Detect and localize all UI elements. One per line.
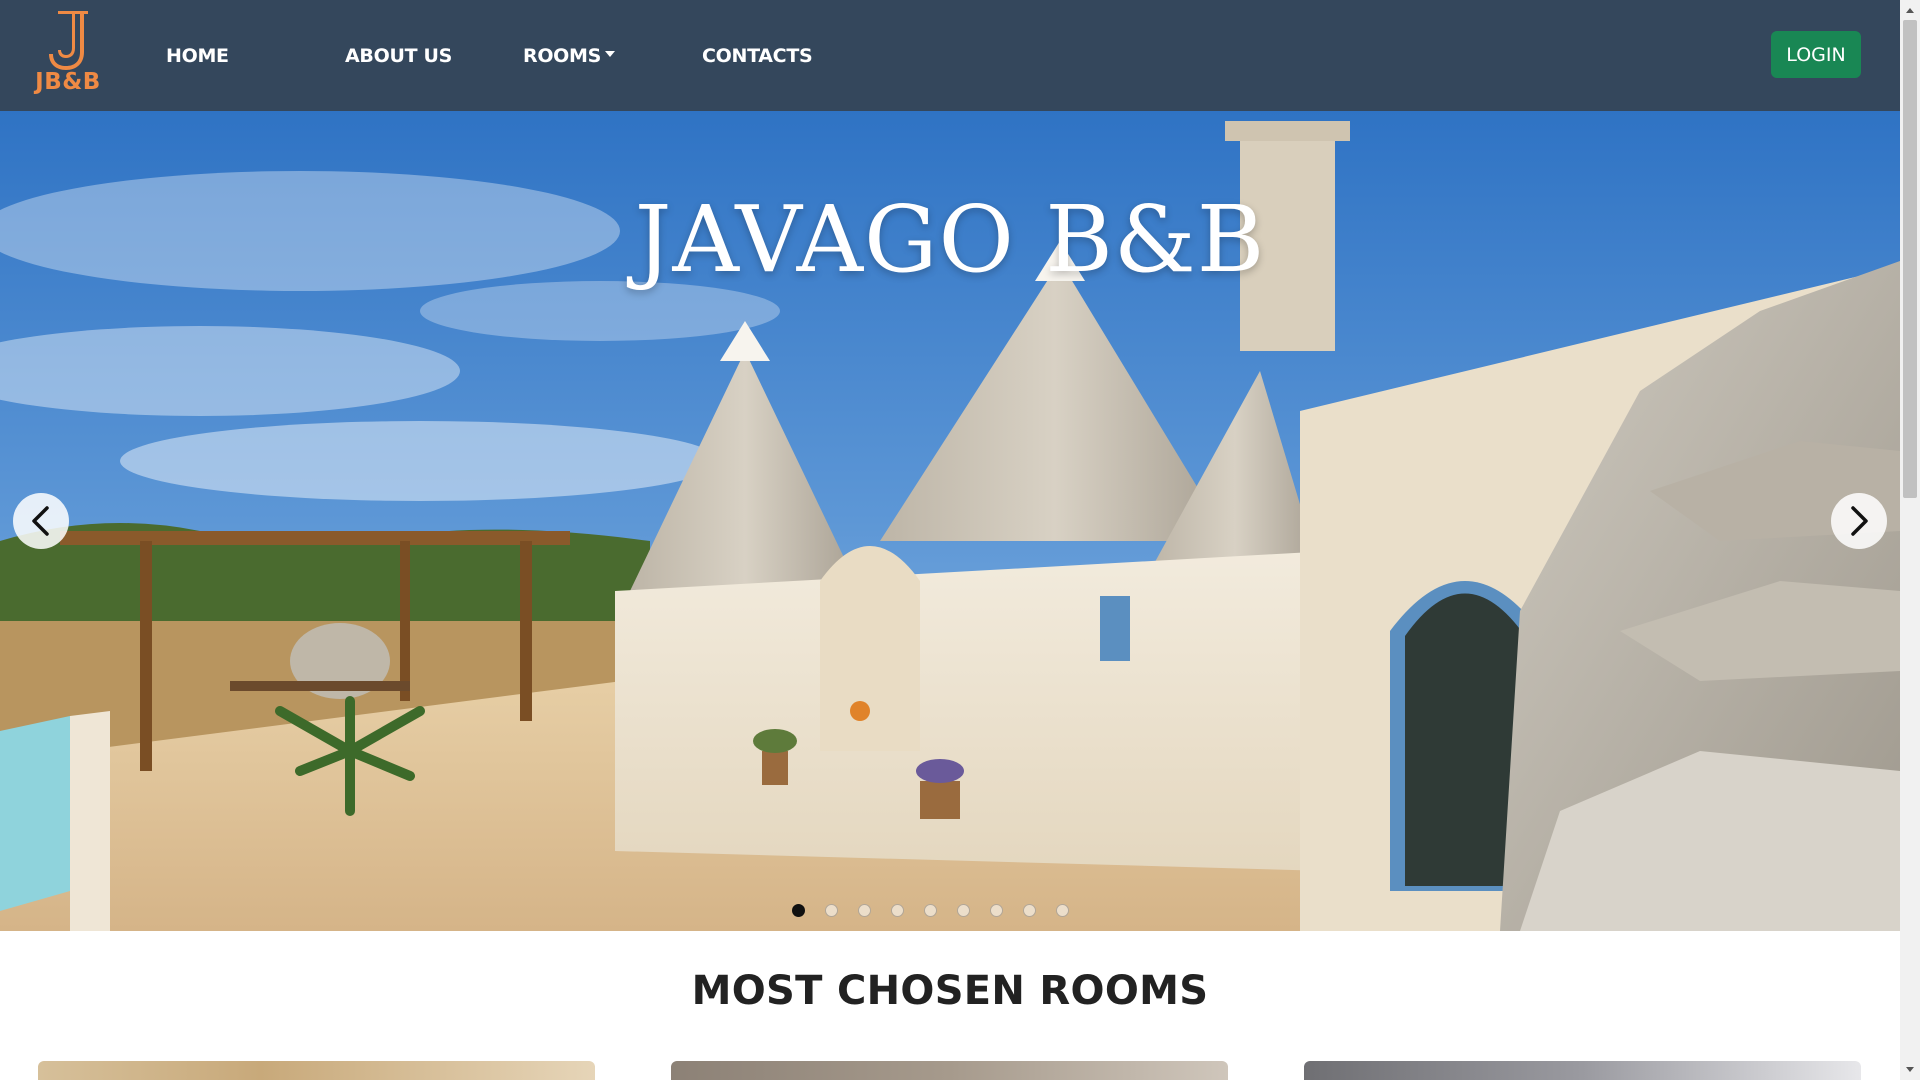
carousel-dot[interactable] <box>824 904 838 917</box>
nav-rooms-dropdown[interactable]: ROOMS <box>523 0 616 111</box>
logo-text: JB&B <box>35 69 101 95</box>
carousel-next-button[interactable] <box>1831 493 1887 549</box>
chevron-right-icon <box>1851 506 1868 536</box>
vertical-scrollbar[interactable] <box>1900 0 1920 1080</box>
carousel-prev-button[interactable] <box>13 493 69 549</box>
scrollbar-thumb[interactable] <box>1903 20 1917 498</box>
hero-title: JAVAGO B&B <box>634 186 1266 293</box>
login-button[interactable]: LOGIN <box>1771 31 1861 78</box>
carousel-dot[interactable] <box>1022 904 1036 917</box>
logo-icon <box>49 11 88 70</box>
carousel-dot[interactable] <box>791 904 805 917</box>
carousel-dots <box>791 904 1069 917</box>
page: JB&B HOME ABOUT US ROOMS CONTACTS LOGIN <box>0 0 1920 1080</box>
room-card-image[interactable] <box>38 1061 595 1080</box>
section-title: MOST CHOSEN ROOMS <box>691 968 1209 1014</box>
carousel-indicators <box>0 904 1900 917</box>
nav-contacts[interactable]: CONTACTS <box>702 0 813 111</box>
viewport: JB&B HOME ABOUT US ROOMS CONTACTS LOGIN <box>0 0 1900 1080</box>
scroll-up-icon[interactable] <box>1900 0 1920 20</box>
carousel-dot[interactable] <box>923 904 937 917</box>
carousel-dot[interactable] <box>956 904 970 917</box>
caret-down-icon <box>605 50 616 57</box>
nav-home[interactable]: HOME <box>166 0 229 111</box>
logo[interactable]: JB&B <box>28 8 108 104</box>
nav-about-us[interactable]: ABOUT US <box>345 0 452 111</box>
carousel-dot[interactable] <box>989 904 1003 917</box>
room-card-image[interactable] <box>1304 1061 1861 1080</box>
scroll-down-icon[interactable] <box>1900 1060 1920 1080</box>
room-card-image[interactable] <box>671 1061 1228 1080</box>
carousel-dot[interactable] <box>890 904 904 917</box>
hero-carousel: JAVAGO B&B <box>0 111 1900 931</box>
nav-rooms-label: ROOMS <box>523 44 602 67</box>
carousel-dot[interactable] <box>857 904 871 917</box>
carousel-dot[interactable] <box>1055 904 1069 917</box>
navbar: JB&B HOME ABOUT US ROOMS CONTACTS LOGIN <box>0 0 1900 111</box>
chevron-left-icon <box>32 506 49 536</box>
